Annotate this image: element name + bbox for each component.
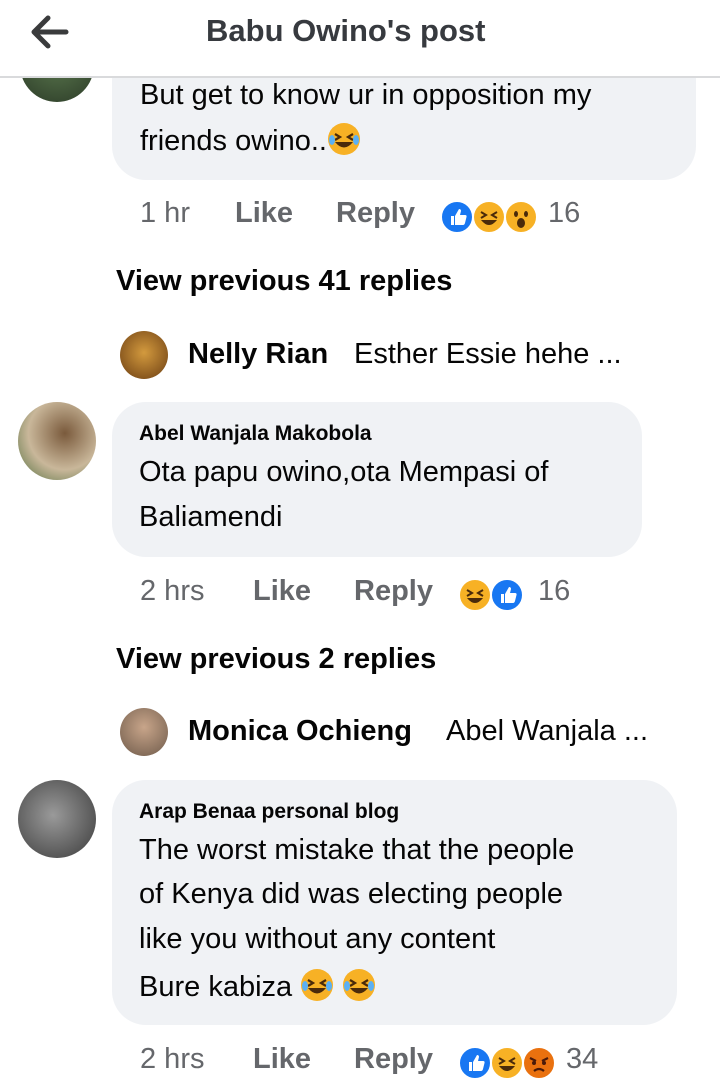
comment-text-line: But get to know ur in opposition my [140, 79, 592, 111]
like-reaction-icon [440, 200, 474, 234]
avatar [120, 331, 168, 379]
like-button[interactable]: Like [253, 575, 311, 608]
comment-author: Abel Wanjala Makobola [139, 422, 372, 445]
back-button[interactable] [28, 12, 72, 52]
reply-snippet: Abel Wanjala ... [446, 715, 649, 747]
comment-text-line: The worst mistake that the people [139, 834, 575, 866]
like-reaction-icon [458, 1046, 492, 1080]
laughing-emoji-icon [327, 122, 361, 156]
comment-time: 2 hrs [140, 575, 205, 607]
like-button[interactable]: Like [235, 197, 293, 230]
reply-button[interactable]: Reply [354, 575, 433, 608]
comment-time: 1 hr [140, 197, 190, 229]
comment-bubble: Abel Wanjala Makobola Ota papu owino,ota… [112, 402, 642, 557]
reply-author: Monica Ochieng [188, 715, 412, 747]
haha-reaction-icon [490, 1046, 524, 1080]
wow-reaction-icon [504, 200, 538, 234]
avatar [120, 708, 168, 756]
reaction-count: 16 [548, 197, 581, 229]
comment-text-line: Bure kabiza [139, 968, 376, 1004]
view-previous-replies[interactable]: View previous 41 replies [116, 265, 452, 298]
post-title: Babu Owino's post [206, 13, 486, 48]
comment-text-line: Ota papu owino,ota Mempasi of [139, 456, 549, 488]
avatar[interactable] [18, 402, 96, 480]
comment-author: Arap Benaa personal blog [139, 800, 400, 823]
haha-reaction-icon [458, 578, 492, 612]
view-previous-replies[interactable]: View previous 2 replies [116, 643, 436, 676]
reply-author: Nelly Rian [188, 338, 329, 370]
comment-text-line: like you without any content [139, 923, 496, 955]
reply-snippet: Esther Essie hehe ... [354, 338, 622, 370]
like-reaction-icon [490, 578, 524, 612]
haha-reaction-icon [472, 200, 506, 234]
comment-text-line: of Kenya did was electing people [139, 878, 564, 910]
comment-time: 2 hrs [140, 1043, 205, 1075]
comment-bubble: Arap Benaa personal blog The worst mista… [112, 780, 677, 1025]
comment-text-line: friends owino.. [140, 122, 361, 158]
avatar[interactable] [18, 780, 96, 858]
reply-button[interactable]: Reply [354, 1043, 433, 1076]
post-header: Babu Owino's post [0, 0, 720, 78]
reaction-count: 34 [566, 1043, 599, 1075]
angry-reaction-icon [522, 1046, 556, 1080]
like-button[interactable]: Like [253, 1043, 311, 1076]
laughing-emoji-icon [342, 968, 376, 1002]
reaction-count: 16 [538, 575, 571, 607]
back-arrow-icon [31, 15, 69, 49]
comment-text-line: Baliamendi [139, 501, 283, 533]
reply-button[interactable]: Reply [336, 197, 415, 230]
laughing-emoji-icon [300, 968, 334, 1002]
